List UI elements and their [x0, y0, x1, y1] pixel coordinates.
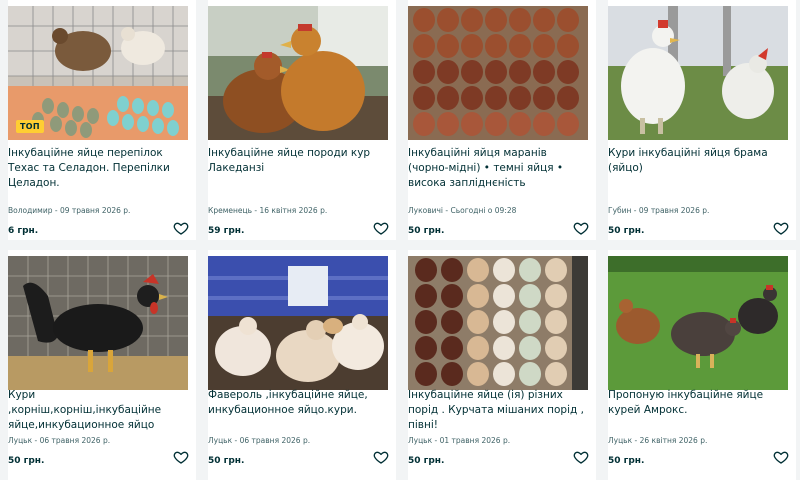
listing-price: 50 грн. [408, 226, 445, 236]
heart-outline-icon[interactable] [173, 449, 189, 465]
listing-price: 59 грн. [208, 226, 245, 236]
listing-card[interactable]: Кури інкубаційні яйця брама (яйцо) Губин… [608, 0, 796, 240]
hens-photo[interactable] [208, 6, 388, 140]
listing-price: 50 грн. [208, 456, 245, 466]
listing-title[interactable]: Інкубаційне яйце перепілок Техас та Села… [8, 146, 188, 191]
listing-card[interactable]: Кури ,корніш,корніш,інкубаційне яйце,инк… [8, 250, 196, 480]
listing-location-date: Луцьк - 01 травня 2026 р. [408, 436, 511, 445]
listing-location-date: Кременець - 16 квітня 2026 р. [208, 206, 328, 215]
listing-title[interactable]: Пропоную інкубаційне яйце курей Амрокс. [608, 388, 788, 418]
listing-location-date: Луцьк - 06 травня 2026 р. [8, 436, 111, 445]
heart-outline-icon[interactable] [173, 220, 189, 236]
listing-title[interactable]: Фавероль ,інкубаційне яйце, инкубационно… [208, 388, 388, 418]
heart-outline-icon[interactable] [573, 449, 589, 465]
mixed-eggs-tray-photo[interactable] [408, 256, 588, 390]
heart-outline-icon[interactable] [773, 449, 789, 465]
faverolles-photo[interactable] [208, 256, 388, 390]
listing-title[interactable]: Кури інкубаційні яйця брама (яйцо) [608, 146, 788, 176]
listing-card[interactable]: Інкубаційне яйце породи кур Лакеданзі Кр… [208, 0, 396, 240]
listing-card[interactable]: Інкубаційне яйце (ія) різних порід . Кур… [408, 250, 596, 480]
listing-title[interactable]: Інкубаційне яйце (ія) різних порід . Кур… [408, 388, 588, 433]
heart-outline-icon[interactable] [373, 449, 389, 465]
listing-price: 6 грн. [8, 226, 39, 236]
listing-card[interactable]: Фавероль ,інкубаційне яйце, инкубационно… [208, 250, 396, 480]
heart-outline-icon[interactable] [373, 220, 389, 236]
listing-card[interactable]: Пропоную інкубаційне яйце курей Амрокс. … [608, 250, 796, 480]
listing-price: 50 грн. [608, 456, 645, 466]
white-chickens-photo[interactable] [608, 6, 788, 140]
listing-card[interactable]: ТОП Інкубаційне яйце перепілок Техас та … [8, 0, 196, 240]
black-rooster-photo[interactable] [8, 256, 188, 390]
listing-location-date: Луцьк - 26 квітня 2026 р. [608, 436, 708, 445]
listing-price: 50 грн. [608, 226, 645, 236]
listing-location-date: Володимир - 09 травня 2026 р. [8, 206, 131, 215]
brown-eggs-tray-photo[interactable] [408, 6, 588, 140]
listing-price: 50 грн. [408, 456, 445, 466]
hens-on-grass-photo[interactable] [608, 256, 788, 390]
listing-title[interactable]: Інкубаційні яйця маранів (чорно-мідні) •… [408, 146, 588, 191]
top-badge: ТОП [16, 120, 44, 133]
heart-outline-icon[interactable] [573, 220, 589, 236]
heart-outline-icon[interactable] [773, 220, 789, 236]
listing-title[interactable]: Інкубаційне яйце породи кур Лакеданзі [208, 146, 388, 176]
listing-card[interactable]: Інкубаційні яйця маранів (чорно-мідні) •… [408, 0, 596, 240]
listing-grid: ТОП Інкубаційне яйце перепілок Техас та … [0, 0, 800, 480]
listing-location-date: Губин - 09 травня 2026 р. [608, 206, 710, 215]
listing-title[interactable]: Кури ,корніш,корніш,інкубаційне яйце,инк… [8, 388, 188, 433]
listing-price: 50 грн. [8, 456, 45, 466]
listing-location-date: Луцьк - 06 травня 2026 р. [208, 436, 311, 445]
listing-location-date: Луковичі - Сьогодні о 09:28 [408, 206, 517, 215]
